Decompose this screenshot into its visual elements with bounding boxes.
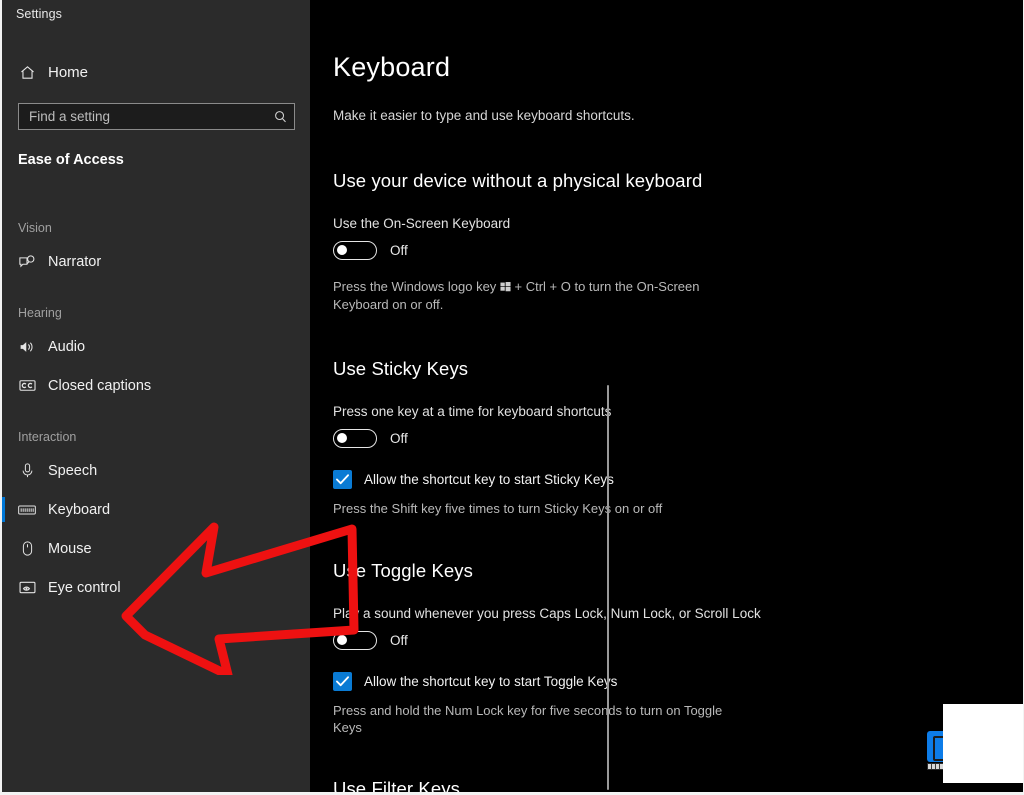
settings-window: Settings Home Ease of Access Vis (0, 0, 1024, 795)
selection-accent (2, 334, 5, 359)
sidebar-item-home-label: Home (48, 63, 89, 81)
sidebar-item-eye-control-label: Eye control (48, 579, 121, 596)
sidebar-item-home[interactable]: Home (10, 56, 300, 88)
sidebar-category-title: Ease of Access (18, 152, 124, 168)
selection-accent (2, 373, 5, 398)
selection-accent (2, 536, 5, 561)
section-heading: Use your device without a physical keybo… (333, 170, 703, 191)
sidebar-item-eye-control[interactable]: Eye control (2, 568, 310, 607)
sticky-keys-shortcut-checkbox-label: Allow the shortcut key to start Sticky K… (364, 472, 614, 487)
page-title: Keyboard (333, 52, 451, 82)
toggle-keys-toggle[interactable] (333, 631, 377, 650)
sticky-keys-toggle-state: Off (390, 431, 408, 446)
sidebar-item-closed-captions-label: Closed captions (48, 377, 152, 394)
search-icon[interactable] (266, 104, 294, 129)
onscreen-keyboard-toggle[interactable] (333, 241, 377, 260)
sidebar-item-speech-label: Speech (48, 462, 98, 479)
white-overlay-box (943, 704, 1023, 783)
toggle-knob (337, 635, 347, 645)
sidebar: Settings Home Ease of Access Vis (2, 0, 609, 795)
sticky-keys-note: Press the Shift key five times to turn S… (333, 501, 663, 516)
sidebar-scrollbar-track[interactable] (304, 0, 609, 795)
toggle-keys-shortcut-checkbox[interactable] (333, 672, 352, 691)
sidebar-item-keyboard[interactable]: Keyboard (2, 490, 310, 529)
sidebar-nav: Vision Narrator Hearing Audio Closed cap… (2, 196, 310, 607)
toggle-keys-toggle-state: Off (390, 633, 408, 648)
section-heading: Use Filter Keys (333, 778, 460, 795)
toggle-keys-note: Press and hold the Num Lock key for five… (333, 703, 723, 735)
sidebar-item-narrator[interactable]: Narrator (2, 242, 310, 281)
sticky-keys-shortcut-checkbox[interactable] (333, 470, 352, 489)
app-title: Settings (16, 7, 62, 21)
sidebar-item-audio[interactable]: Audio (2, 327, 310, 366)
search-box[interactable] (18, 103, 295, 130)
sidebar-item-closed-captions[interactable]: Closed captions (2, 366, 310, 405)
selection-accent (2, 575, 5, 600)
section-toggle-keys: Use Toggle Keys Play a sound whenever yo… (333, 560, 973, 736)
selection-accent (2, 497, 5, 522)
setting-label: Play a sound whenever you press Caps Loc… (333, 606, 761, 621)
sidebar-item-mouse-label: Mouse (48, 540, 92, 557)
sidebar-group-vision: Vision (18, 221, 52, 235)
toggle-knob (337, 433, 347, 443)
search-input[interactable] (19, 104, 266, 129)
main-content: Keyboard Make it easier to type and use … (310, 0, 1023, 795)
sidebar-group-hearing: Hearing (18, 306, 62, 320)
setting-label: Use the On-Screen Keyboard (333, 216, 511, 231)
selection-accent (2, 249, 5, 274)
speaker-icon (10, 338, 44, 356)
section-sticky-keys: Use Sticky Keys Press one key at a time … (333, 358, 973, 517)
selection-accent (2, 458, 5, 483)
note-text-before: Press the Windows logo key (333, 279, 500, 294)
onscreen-keyboard-note: Press the Windows logo key + Ctrl + O to… (333, 278, 733, 313)
section-heading: Use Sticky Keys (333, 358, 469, 379)
mouse-icon (10, 540, 44, 557)
sidebar-group-interaction: Interaction (18, 430, 77, 444)
toggle-keys-toggle-row: Off (333, 631, 973, 650)
sidebar-item-audio-label: Audio (48, 338, 86, 355)
toggle-knob (337, 245, 347, 255)
sidebar-item-keyboard-label: Keyboard (48, 501, 111, 518)
sidebar-item-speech[interactable]: Speech (2, 451, 310, 490)
eye-control-icon (10, 578, 44, 597)
sidebar-scrollbar-thumb[interactable] (607, 385, 609, 790)
onscreen-keyboard-toggle-state: Off (390, 243, 408, 258)
section-onscreen-keyboard: Use your device without a physical keybo… (333, 170, 973, 313)
sticky-keys-toggle-row: Off (333, 429, 973, 448)
microphone-icon (10, 462, 44, 479)
onscreen-keyboard-toggle-row: Off (333, 241, 973, 260)
closed-captions-icon (10, 376, 44, 395)
windows-logo-icon (500, 279, 511, 296)
toggle-keys-shortcut-checkbox-row[interactable]: Allow the shortcut key to start Toggle K… (333, 672, 973, 691)
toggle-keys-shortcut-checkbox-label: Allow the shortcut key to start Toggle K… (364, 674, 618, 689)
narrator-icon (10, 253, 44, 271)
section-filter-keys: Use Filter Keys (333, 778, 973, 795)
sidebar-item-narrator-label: Narrator (48, 253, 102, 270)
home-icon (10, 64, 44, 81)
setting-label: Press one key at a time for keyboard sho… (333, 404, 612, 419)
page-subtitle: Make it easier to type and use keyboard … (333, 108, 635, 123)
sidebar-item-mouse[interactable]: Mouse (2, 529, 310, 568)
sticky-keys-shortcut-checkbox-row[interactable]: Allow the shortcut key to start Sticky K… (333, 470, 973, 489)
keyboard-icon (10, 500, 44, 520)
section-heading: Use Toggle Keys (333, 560, 473, 581)
sticky-keys-toggle[interactable] (333, 429, 377, 448)
